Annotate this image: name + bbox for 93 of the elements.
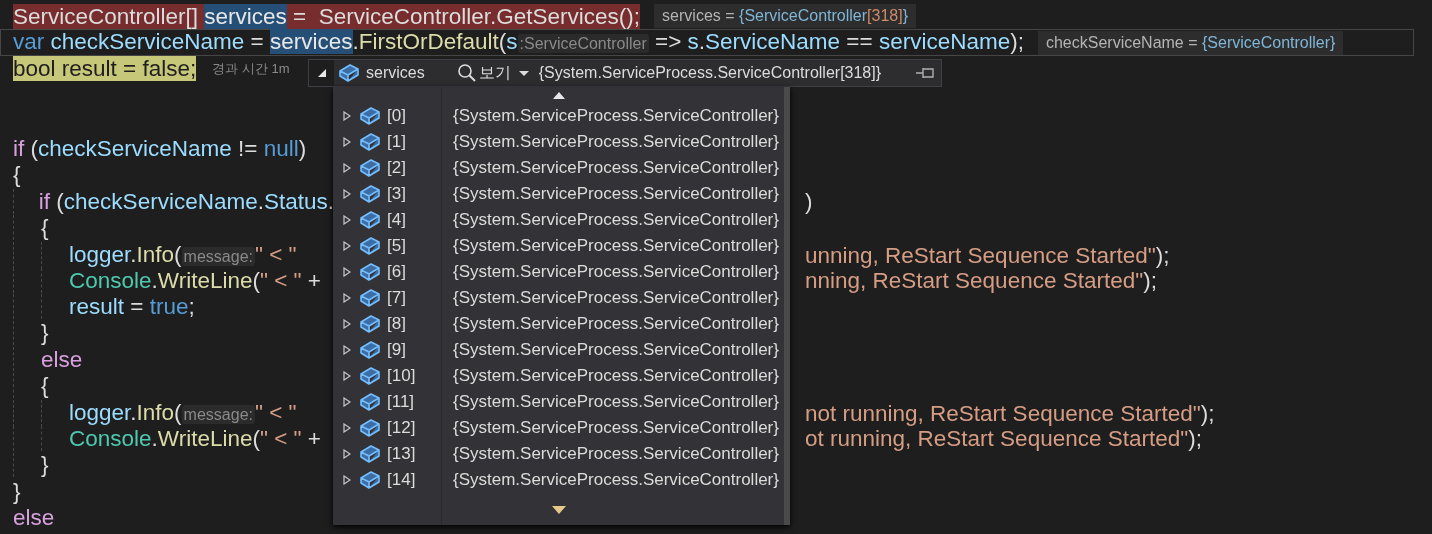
code-line: ): [805, 188, 814, 214]
expand-arrow-icon[interactable]: [343, 319, 351, 329]
expand-arrow-icon[interactable]: [343, 241, 351, 251]
cube-icon: [359, 418, 381, 438]
cube-icon: [359, 106, 381, 126]
cube-icon: [359, 314, 381, 334]
code-line: }: [13, 478, 21, 504]
item-name: [3]: [387, 184, 407, 204]
item-name: [4]: [387, 210, 407, 230]
scroll-down-icon[interactable]: [551, 506, 566, 514]
code-line: logger.Info(message:" < ": [69, 241, 297, 269]
item-name: [6]: [387, 262, 407, 282]
cube-icon: [359, 158, 381, 178]
expand-arrow-icon[interactable]: [343, 215, 351, 225]
expand-arrow-icon[interactable]: [343, 345, 351, 355]
cube-icon: [359, 366, 381, 386]
code-line: if (checkServiceName.Status.: [38, 188, 334, 214]
cube-icon: [359, 132, 381, 152]
item-name: [9]: [387, 340, 407, 360]
code-line: Console.WriteLine(" < " +: [69, 426, 321, 452]
expand-arrow-icon[interactable]: [343, 371, 351, 381]
cube-icon: [359, 236, 381, 256]
code-line: logger.Info(message:" < ": [69, 399, 297, 427]
item-value: {System.ServiceProcess.ServiceController}: [453, 262, 779, 282]
expand-arrow-icon[interactable]: [343, 267, 351, 277]
cube-icon: [359, 184, 381, 204]
item-name: [14]: [387, 470, 417, 490]
variable-value: {System.ServiceProcess.ServiceController[318]}: [538, 64, 882, 82]
cube-icon: [359, 340, 381, 360]
code-line: else: [13, 505, 55, 531]
item-name: [13]: [387, 444, 417, 464]
code-line: if (checkServiceName != null): [13, 135, 307, 161]
code-line: nning, ReStart Sequence Started");: [805, 267, 1157, 293]
code-line: }: [41, 452, 49, 478]
item-value: {System.ServiceProcess.ServiceController}: [453, 106, 779, 126]
expand-arrow-icon[interactable]: [343, 163, 351, 173]
variable-name: services: [366, 64, 425, 82]
item-name: [5]: [387, 236, 407, 256]
cube-icon: [359, 470, 381, 490]
code-line: result = true;: [69, 294, 195, 319]
code-line: ot running, ReStart Sequence Started");: [805, 426, 1203, 452]
code-line: {: [41, 373, 49, 399]
item-value: {System.ServiceProcess.ServiceController}: [453, 444, 779, 464]
expand-arrow-icon[interactable]: [343, 137, 351, 147]
item-name: [7]: [387, 288, 407, 308]
item-value: {System.ServiceProcess.ServiceController}: [453, 132, 779, 152]
code-line: }: [41, 320, 49, 346]
cube-icon: [359, 392, 381, 412]
item-value: {System.ServiceProcess.ServiceController}: [453, 418, 779, 438]
code-line: unning, ReStart Sequence Started");: [805, 242, 1171, 268]
expand-arrow-icon[interactable]: [343, 449, 351, 459]
cube-icon: [359, 288, 381, 308]
item-value: {System.ServiceProcess.ServiceController}: [453, 366, 779, 386]
item-value: {System.ServiceProcess.ServiceController}: [453, 340, 779, 360]
item-name: [10]: [387, 366, 417, 386]
code-line: not running, ReStart Sequence Started");: [805, 400, 1216, 426]
collapse-toggle[interactable]: [309, 60, 334, 86]
item-name: [2]: [387, 158, 407, 178]
item-name: [0]: [387, 106, 407, 126]
item-name: [8]: [387, 314, 407, 334]
expand-arrow-icon[interactable]: [343, 397, 351, 407]
item-value: {System.ServiceProcess.ServiceController}: [453, 158, 779, 178]
code-line: else: [41, 346, 83, 372]
code-line: {: [13, 162, 21, 188]
item-name: [1]: [387, 132, 407, 152]
view-dropdown[interactable]: 보기: [456, 62, 531, 84]
code-line: var checkServiceName = services.FirstOrDefault(s:ServiceController => s.ServiceName == serviceName);: [13, 29, 1024, 57]
item-value: {System.ServiceProcess.ServiceController}: [453, 392, 779, 412]
cube-icon: [359, 262, 381, 282]
item-value: {System.ServiceProcess.ServiceController}: [453, 314, 779, 334]
cube-icon: [359, 444, 381, 464]
value-tip[interactable]: services = {ServiceController[318]}: [654, 4, 917, 29]
cube-icon: [359, 210, 381, 230]
cube-icon: [338, 63, 360, 83]
code-line: Console.WriteLine(" < " +: [69, 267, 321, 293]
code-line: {: [41, 214, 49, 240]
expand-arrow-icon[interactable]: [343, 423, 351, 433]
elapsed-time-hint: 경과 시간 1m: [212, 59, 290, 78]
item-name: [12]: [387, 418, 417, 438]
item-name: [11]: [387, 392, 416, 412]
expand-arrow-icon[interactable]: [343, 475, 351, 485]
item-value: {System.ServiceProcess.ServiceController}: [453, 184, 779, 204]
search-icon: [456, 63, 477, 83]
item-value: {System.ServiceProcess.ServiceController}: [453, 288, 779, 308]
scroll-up-icon[interactable]: [552, 91, 565, 99]
item-value: {System.ServiceProcess.ServiceController}: [453, 470, 779, 490]
expand-arrow-icon[interactable]: [343, 189, 351, 199]
expand-arrow-icon[interactable]: [343, 293, 351, 303]
item-value: {System.ServiceProcess.ServiceController}: [453, 210, 779, 230]
expand-arrow-icon[interactable]: [343, 111, 351, 121]
item-value: {System.ServiceProcess.ServiceController}: [453, 236, 779, 256]
pin-icon[interactable]: [915, 66, 935, 80]
value-tip[interactable]: checkServiceName = {ServiceController}: [1037, 30, 1344, 55]
